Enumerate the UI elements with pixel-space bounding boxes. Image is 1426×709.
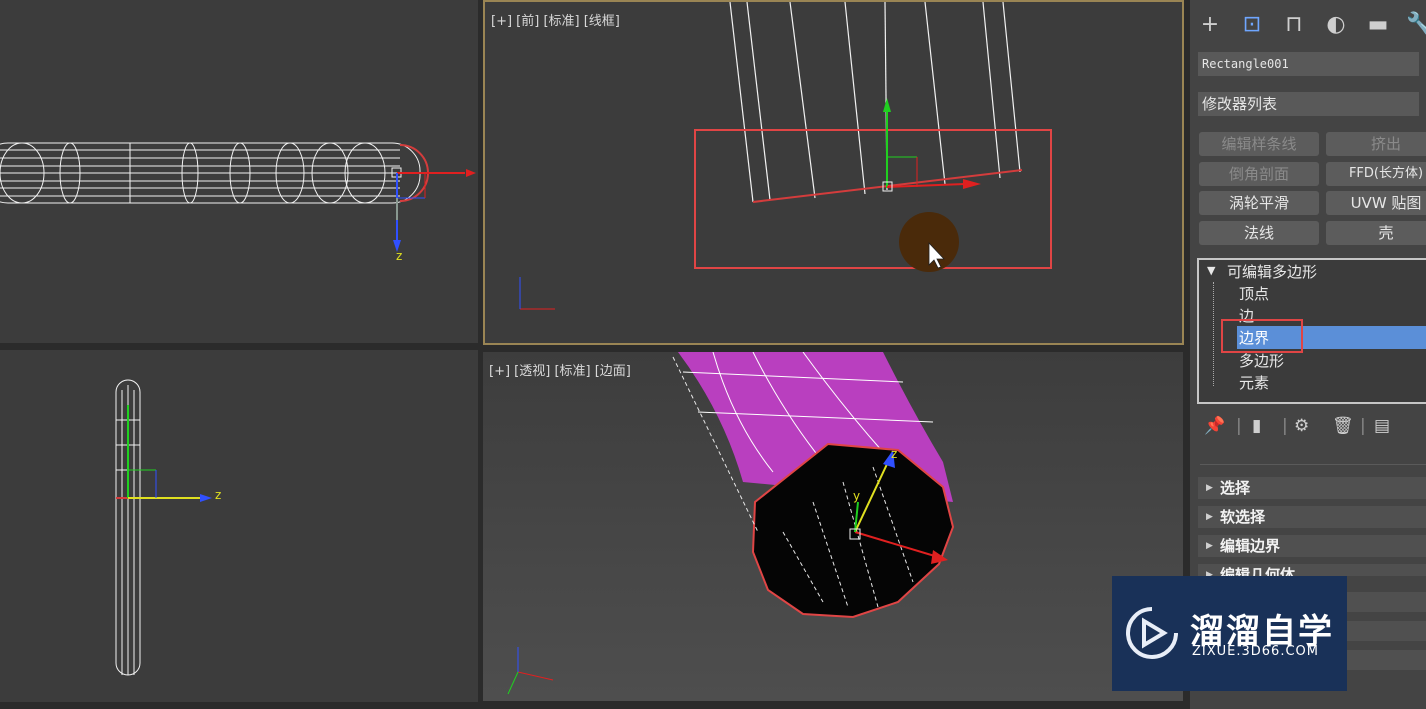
object-name-field[interactable]: Rectangle001 [1198, 52, 1419, 76]
highlight-box [1221, 319, 1303, 353]
create-icon[interactable]: + [1194, 10, 1226, 40]
modifier-button-shell[interactable]: 壳 [1326, 221, 1426, 245]
viewport-top[interactable]: z [0, 0, 478, 343]
show-result-icon[interactable]: ▮ [1252, 416, 1261, 436]
modifier-button-ffd-box[interactable]: FFD(长方体) [1326, 162, 1426, 186]
stack-item-polygon[interactable]: 多边形 [1239, 350, 1284, 371]
motion-icon[interactable]: ◐ [1320, 10, 1352, 40]
make-unique-icon[interactable]: ⚙ [1294, 416, 1309, 436]
axis-label-z: z [215, 488, 222, 502]
play-logo-icon [1126, 607, 1178, 659]
watermark-url: ZIXUE.3D66.COM [1192, 644, 1319, 659]
axis-label-z: z [891, 447, 898, 461]
expand-arrow-icon[interactable]: ▼ [1207, 264, 1215, 277]
modifier-list-dropdown[interactable]: 修改器列表 [1198, 92, 1419, 116]
modifier-button-uvw-map[interactable]: UVW 贴图 [1326, 191, 1426, 215]
viewport-front[interactable]: [+] [前] [标准] [线框] [483, 0, 1184, 345]
collapsed-arrow-icon: ▶ [1206, 541, 1213, 551]
divider: | [1282, 416, 1288, 436]
stack-root-editable-poly[interactable]: 可编辑多边形 [1227, 261, 1317, 282]
display-icon[interactable]: ▬ [1362, 10, 1394, 40]
modifier-button-turbosmooth[interactable]: 涡轮平滑 [1199, 191, 1319, 215]
viewport-front-wireframe [519, 2, 1052, 310]
viewport-perspective[interactable]: [+] [透视] [标准] [边面] z y [483, 352, 1183, 701]
pin-icon[interactable]: 📌 [1204, 416, 1225, 436]
stack-item-vertex[interactable]: 顶点 [1239, 283, 1269, 304]
watermark-logo: 溜溜自学 ZIXUE.3D66.COM [1112, 576, 1347, 691]
viewport-left[interactable]: z [0, 350, 478, 702]
modifier-button-normal[interactable]: 法线 [1199, 221, 1319, 245]
rollout-edit-borders[interactable]: ▶ 编辑边界 [1198, 535, 1426, 557]
rollout-edit-geometry[interactable]: ▶ 编辑几何体 [1198, 564, 1426, 576]
viewport-left-wireframe [115, 379, 212, 676]
divider: | [1236, 416, 1242, 436]
axis-label-y: y [853, 489, 861, 503]
rollout-selection[interactable]: ▶ 选择 [1198, 477, 1426, 499]
stack-item-element[interactable]: 元素 [1239, 372, 1269, 393]
configure-icon[interactable]: ▤ [1374, 416, 1390, 436]
hierarchy-icon[interactable]: ⊓ [1278, 10, 1310, 40]
viewport-perspective-model [507, 352, 955, 695]
viewport-perspective-label[interactable]: [+] [透视] [标准] [边面] [489, 360, 631, 379]
collapsed-arrow-icon: ▶ [1206, 483, 1213, 493]
panel-splitter[interactable] [1200, 464, 1426, 468]
modifier-stack: ▼ 可编辑多边形 顶点 边 边界 多边形 元素 [1197, 258, 1426, 404]
modifier-button-edit-spline[interactable]: 编辑样条线 [1199, 132, 1319, 156]
modifier-button-extrude[interactable]: 挤出 [1326, 132, 1426, 156]
rollout-soft-selection[interactable]: ▶ 软选择 [1198, 506, 1426, 528]
utilities-icon[interactable]: 🔧 [1404, 10, 1426, 40]
axis-label-z: z [396, 249, 403, 263]
tree-line [1213, 282, 1215, 386]
remove-modifier-icon[interactable]: 🗑 [1332, 416, 1354, 436]
modify-icon[interactable]: ⊡ [1236, 10, 1268, 40]
collapsed-arrow-icon: ▶ [1206, 570, 1213, 576]
modifier-button-bevel-profile[interactable]: 倒角剖面 [1199, 162, 1319, 186]
divider: | [1360, 416, 1366, 436]
collapsed-arrow-icon: ▶ [1206, 512, 1213, 522]
viewport-top-wireframe [0, 142, 476, 252]
